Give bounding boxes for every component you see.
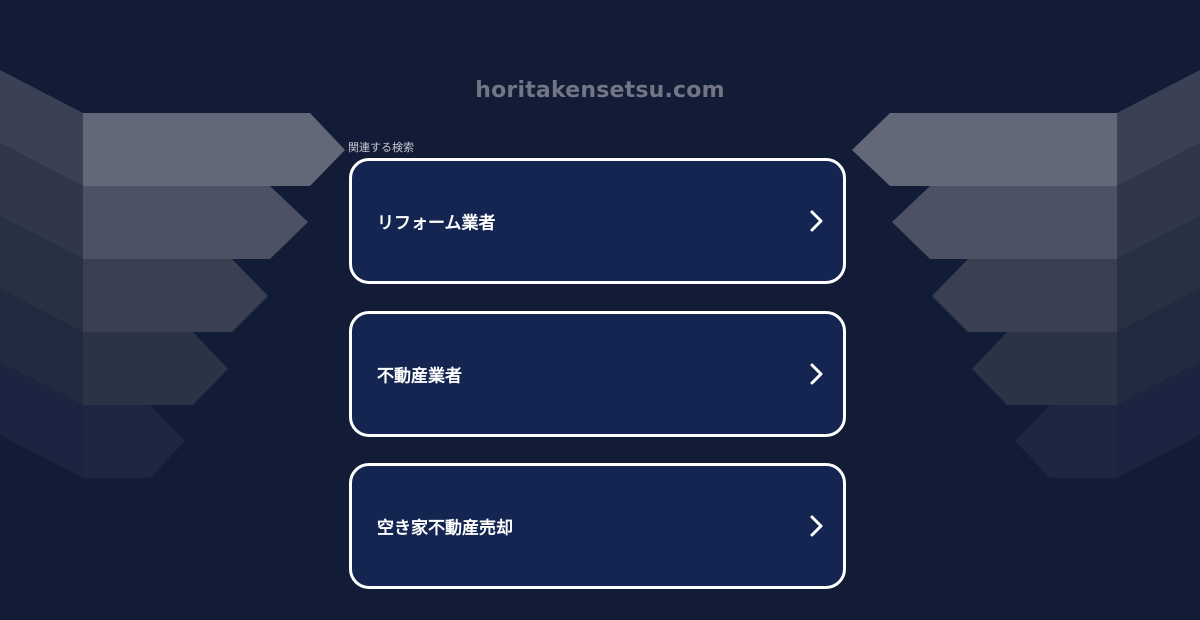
right-decor xyxy=(852,70,1200,478)
related-search-item-realestate[interactable]: 不動産業者 xyxy=(349,311,846,437)
related-search-label: 空き家不動産売却 xyxy=(377,518,513,539)
related-searches-label: 関連する検索 xyxy=(348,141,414,154)
chevron-right-icon xyxy=(810,363,823,385)
related-search-item-reform[interactable]: リフォーム業者 xyxy=(349,158,846,284)
parked-page: horitakensetsu.com 関連する検索 リフォーム業者 不動産業者 … xyxy=(0,0,1200,620)
domain-title: horitakensetsu.com xyxy=(475,78,725,103)
related-search-label: 不動産業者 xyxy=(377,366,462,387)
related-search-item-vacant-house[interactable]: 空き家不動産売却 xyxy=(349,463,846,589)
related-search-label: リフォーム業者 xyxy=(377,213,496,234)
chevron-right-icon xyxy=(810,515,823,537)
chevron-right-icon xyxy=(810,210,823,232)
left-decor xyxy=(0,70,345,478)
